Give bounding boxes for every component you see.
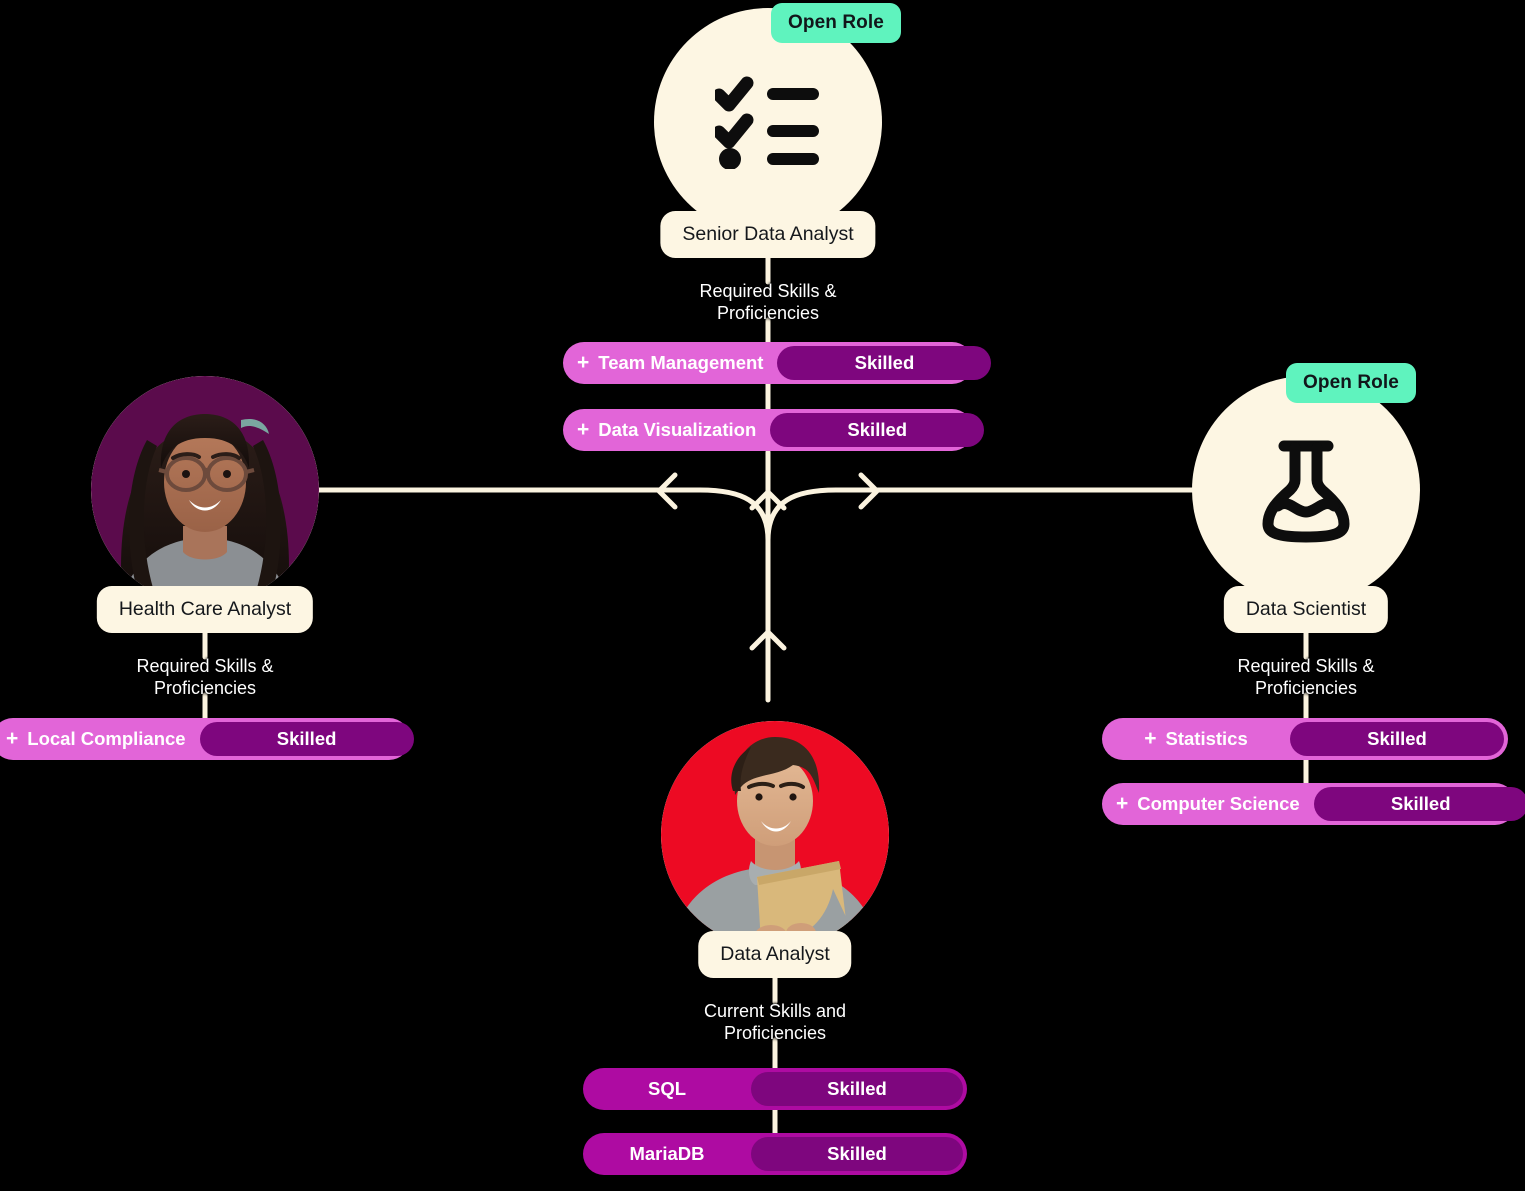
node-data-analyst[interactable]	[661, 721, 889, 949]
label-health-care-analyst[interactable]: Health Care Analyst	[96, 586, 314, 633]
skill-level-badge: Skilled	[751, 1137, 963, 1171]
add-skill-icon[interactable]: +	[1116, 793, 1128, 814]
avatar-photo-man	[661, 721, 889, 949]
skill-pill-sql[interactable]: SQL Skilled	[583, 1068, 967, 1110]
wire-branch-right	[765, 487, 1202, 543]
caption-data-analyst-skills: Current Skills and Proficiencies	[703, 1001, 847, 1043]
skill-pill-statistics[interactable]: + Statistics Skilled	[1102, 718, 1508, 760]
wire-branch-left	[310, 487, 771, 543]
skill-pill-local-compliance[interactable]: + Local Compliance Skilled	[0, 718, 414, 760]
skill-level-badge: Skilled	[1290, 722, 1504, 756]
skill-name: + Local Compliance	[6, 727, 186, 750]
skill-name: SQL	[647, 1078, 687, 1099]
badge-open-role-senior-data-analyst[interactable]: Open Role	[771, 3, 901, 43]
skill-level-badge: Skilled	[199, 722, 414, 756]
skill-level-badge: Skilled	[751, 1072, 963, 1106]
skill-pill-team-management[interactable]: + Team Management Skilled	[563, 342, 992, 384]
badge-open-role-data-scientist[interactable]: Open Role	[1286, 363, 1416, 403]
node-health-care-analyst[interactable]	[91, 376, 319, 604]
skill-pill-data-visualization[interactable]: + Data Visualization Skilled	[563, 409, 985, 451]
data-scientist-icon-circle	[1192, 376, 1420, 604]
flask-icon	[1262, 440, 1350, 543]
skill-level-badge: Skilled	[770, 413, 985, 447]
skill-name: + Team Management	[577, 351, 764, 374]
skill-name: + Statistics	[1144, 727, 1248, 750]
add-skill-icon[interactable]: +	[577, 419, 589, 440]
skill-level-badge: Skilled	[777, 346, 992, 380]
add-skill-icon[interactable]: +	[1144, 728, 1156, 749]
label-data-analyst[interactable]: Data Analyst	[698, 931, 852, 978]
label-senior-data-analyst[interactable]: Senior Data Analyst	[660, 211, 876, 258]
caption-senior-data-analyst-skills: Required Skills & Proficiencies	[699, 281, 837, 323]
skill-name: MariaDB	[629, 1143, 705, 1164]
skill-pill-computer-science[interactable]: + Computer Science Skilled	[1102, 783, 1525, 825]
skill-pill-mariadb[interactable]: MariaDB Skilled	[583, 1133, 967, 1175]
avatar-photo-woman	[91, 376, 319, 604]
caption-health-care-analyst-skills: Required Skills & Proficiencies	[136, 656, 274, 698]
data-analyst-avatar	[661, 721, 889, 949]
health-care-analyst-avatar	[91, 376, 319, 604]
skill-level-badge: Skilled	[1313, 787, 1525, 821]
add-skill-icon[interactable]: +	[6, 728, 18, 749]
label-data-scientist[interactable]: Data Scientist	[1223, 586, 1389, 633]
career-path-diagram: Open Role Senior Data Analyst Required S…	[0, 0, 1525, 1191]
add-skill-icon[interactable]: +	[577, 352, 589, 373]
skill-name: + Computer Science	[1116, 792, 1300, 815]
checklist-icon	[715, 76, 819, 169]
skill-name: + Data Visualization	[577, 418, 757, 441]
node-data-scientist[interactable]	[1192, 376, 1420, 604]
caption-data-scientist-skills: Required Skills & Proficiencies	[1237, 656, 1375, 698]
